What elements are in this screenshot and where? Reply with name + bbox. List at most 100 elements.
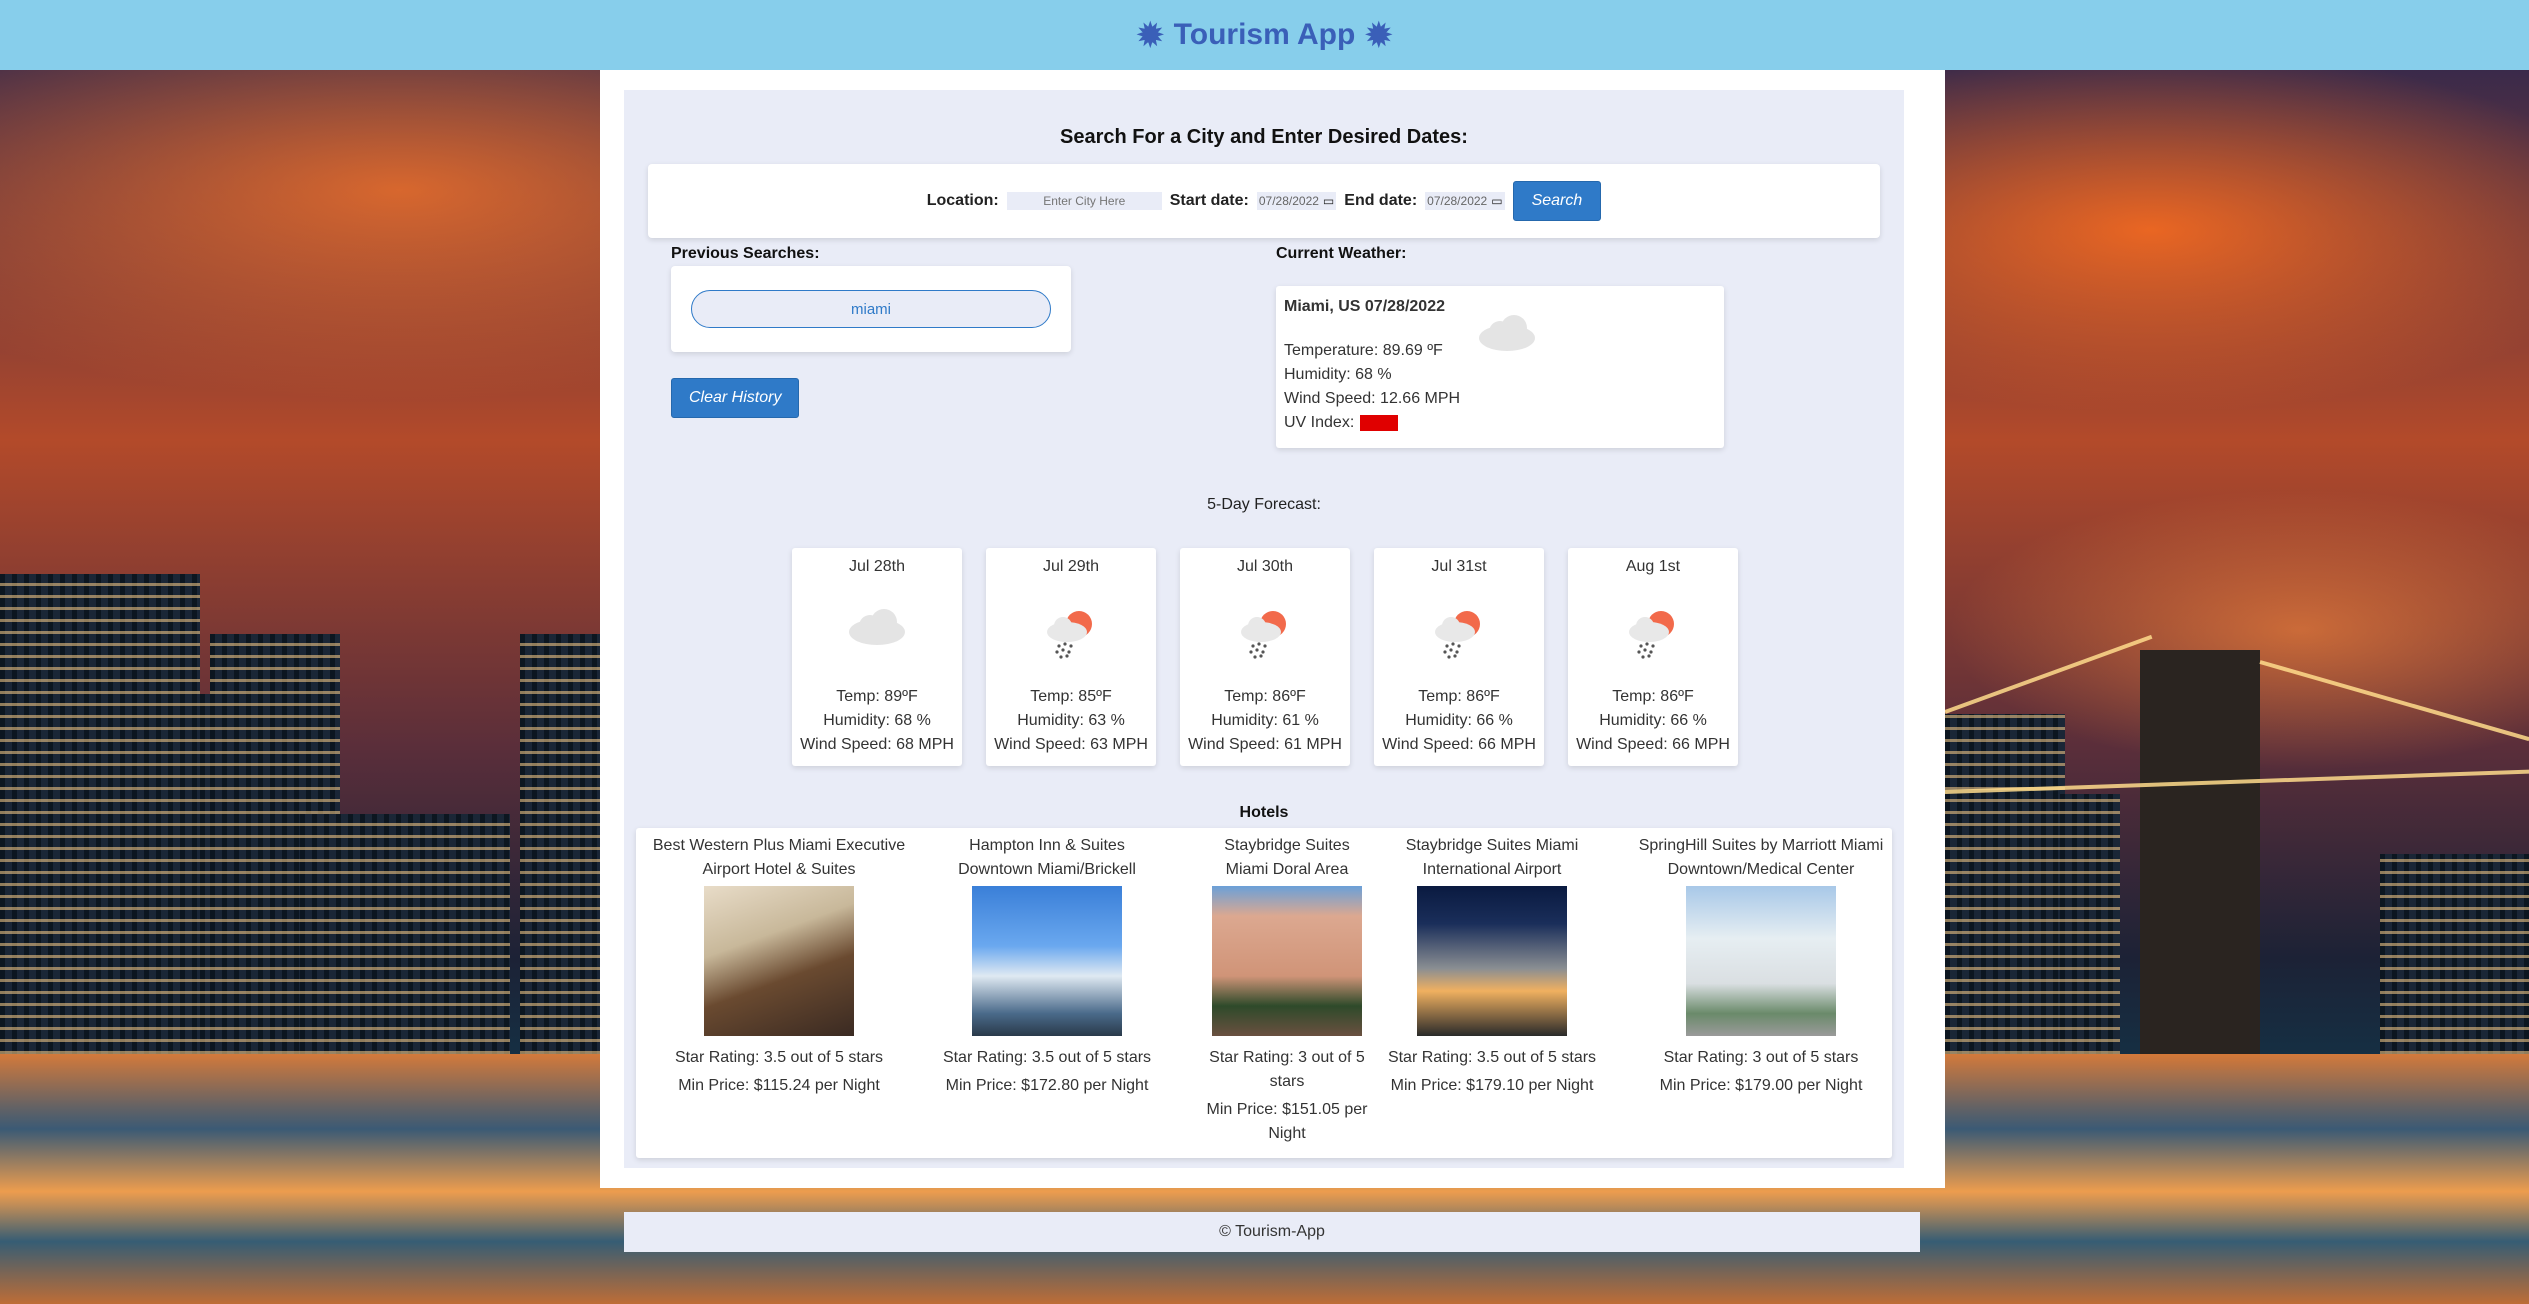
- hotel-name-line: Staybridge Suites: [1224, 837, 1350, 854]
- forecast-wind: Wind Speed: 63 MPH: [994, 736, 1148, 753]
- hotel-name-line: Airport Hotel & Suites: [702, 861, 856, 878]
- rain-sun-icon: [1237, 606, 1293, 667]
- rain-sun-icon: [1043, 606, 1099, 667]
- forecast-date: Jul 30th: [1236, 558, 1294, 575]
- forecast-humidity: Humidity: 61 %: [1211, 712, 1319, 729]
- weather-humidity: Humidity: 68 %: [1284, 366, 1392, 383]
- main-panel: Search For a City and Enter Desired Date…: [624, 90, 1904, 1168]
- hotel-price: Min Price: $172.80 per Night: [945, 1077, 1149, 1094]
- hotel-photo: [972, 886, 1122, 1036]
- forecast-wind: Wind Speed: 66 MPH: [1576, 736, 1730, 753]
- hotel-item: Staybridge Suites Miami Doral Area Star Ra…: [1197, 834, 1377, 1146]
- forecast-card: Aug 1st Temp: 86ºF Humidity: 66 % Wind Spee…: [1568, 548, 1738, 766]
- forecast-temp: Temp: 85ºF: [1030, 688, 1112, 705]
- forecast-date: Aug 1st: [1625, 558, 1681, 575]
- start-date-label: Start date:: [1169, 192, 1249, 209]
- forecast-humidity: Humidity: 66 %: [1405, 712, 1513, 729]
- hotel-name-line: Downtown Miami/Brickell: [958, 861, 1136, 878]
- uv-index-badge: [1360, 414, 1399, 431]
- app-title-group: ✹ Tourism App ✹: [1137, 16, 1392, 54]
- hotel-name-line: Staybridge Suites Miami: [1405, 837, 1579, 854]
- hotel-name-line: Hampton Inn & Suites: [969, 837, 1125, 854]
- forecast-temp: Temp: 86ºF: [1612, 688, 1694, 705]
- hotel-photo: [1212, 886, 1362, 1036]
- hotel-price-cont: Night: [1268, 1125, 1306, 1142]
- forecast-humidity: Humidity: 63 %: [1017, 712, 1125, 729]
- hotel-rating: Star Rating: 3.5 out of 5 stars: [674, 1049, 884, 1066]
- calendar-icon[interactable]: ▭: [1491, 194, 1502, 208]
- hotel-photo: [1686, 886, 1836, 1036]
- hotels-list: Best Western Plus Miami Executive Airport…: [636, 828, 1892, 1158]
- hotel-rating: Star Rating: 3 out of 5: [1209, 1049, 1365, 1066]
- hotel-price: Min Price: $151.05 per: [1206, 1101, 1368, 1118]
- hotel-price: Min Price: $115.24 per Night: [678, 1077, 880, 1094]
- hotel-rating: Star Rating: 3.5 out of 5 stars: [1387, 1049, 1597, 1066]
- main-container: Search For a City and Enter Desired Date…: [600, 70, 1945, 1188]
- hotel-name-line: International Airport: [1422, 861, 1562, 878]
- hotel-name-line: Best Western Plus Miami Executive: [652, 837, 906, 854]
- weather-wind: Wind Speed: 12.66 MPH: [1284, 390, 1461, 407]
- hotel-price: Min Price: $179.10 per Night: [1390, 1077, 1594, 1094]
- hotel-rating-cont: stars: [1269, 1073, 1305, 1090]
- app-title: Tourism App: [1173, 18, 1356, 51]
- end-date-label: End date:: [1344, 192, 1418, 209]
- location-label: Location:: [926, 192, 999, 209]
- gear-icon: ✹: [1365, 17, 1393, 53]
- forecast-date: Jul 31st: [1431, 558, 1487, 575]
- current-weather-card: Miami, US 07/28/2022 Temperature: 89.69 …: [1276, 286, 1724, 448]
- forecast-temp: Temp: 86ºF: [1224, 688, 1306, 705]
- hotels-label: Hotels: [1239, 804, 1289, 821]
- cloud-icon: [846, 606, 908, 653]
- previous-searches-list: miami: [671, 266, 1071, 352]
- forecast-date: Jul 28th: [848, 558, 906, 575]
- search-form: Location: Start date: 07/28/2022 ▭ End d…: [648, 164, 1880, 238]
- hotel-name-line: Downtown/Medical Center: [1667, 861, 1855, 878]
- calendar-icon[interactable]: ▭: [1323, 194, 1334, 208]
- hotel-rating: Star Rating: 3.5 out of 5 stars: [942, 1049, 1152, 1066]
- hotel-name-line: Miami Doral Area: [1225, 861, 1349, 878]
- hotel-photo: [704, 886, 854, 1036]
- search-button[interactable]: Search: [1512, 181, 1602, 221]
- hotel-item: Hampton Inn & Suites Downtown Miami/Brick…: [917, 834, 1177, 1098]
- weather-uv: UV Index:: [1284, 414, 1399, 432]
- end-date-value: 07/28/2022: [1427, 194, 1488, 208]
- forecast-wind: Wind Speed: 66 MPH: [1382, 736, 1536, 753]
- rain-sun-icon: [1625, 606, 1681, 667]
- uv-label: UV Index:: [1284, 414, 1355, 431]
- start-date-input[interactable]: 07/28/2022 ▭: [1256, 192, 1337, 210]
- hotel-name-line: SpringHill Suites by Marriott Miami: [1638, 837, 1884, 854]
- forecast-card: Jul 29th Temp: 85ºF Humidity: 63 % Wind Spe…: [986, 548, 1156, 766]
- end-date-input[interactable]: 07/28/2022 ▭: [1425, 192, 1505, 210]
- gear-icon: ✹: [1136, 17, 1164, 53]
- weather-temperature: Temperature: 89.69 ºF: [1284, 342, 1443, 359]
- forecast-humidity: Humidity: 66 %: [1599, 712, 1707, 729]
- forecast-temp: Temp: 86ºF: [1418, 688, 1500, 705]
- rain-sun-icon: [1431, 606, 1487, 667]
- forecast-humidity: Humidity: 68 %: [823, 712, 931, 729]
- hotel-item: Best Western Plus Miami Executive Airport…: [649, 834, 909, 1098]
- location-input[interactable]: [1006, 192, 1162, 210]
- cloud-icon: [1479, 315, 1535, 351]
- hotel-item: Staybridge Suites Miami International Air…: [1377, 834, 1607, 1098]
- previous-searches-label: Previous Searches:: [671, 245, 820, 262]
- current-weather-label: Current Weather:: [1276, 245, 1407, 262]
- weather-city-date: Miami, US 07/28/2022: [1284, 298, 1445, 315]
- forecast-temp: Temp: 89ºF: [836, 688, 918, 705]
- hotel-price: Min Price: $179.00 per Night: [1659, 1077, 1863, 1094]
- clear-history-button[interactable]: Clear History: [671, 378, 800, 418]
- forecast-card: Jul 28th Temp: 89ºF Humidity: 68 % Wind Spe…: [792, 548, 962, 766]
- history-item[interactable]: miami: [691, 290, 1051, 328]
- forecast-wind: Wind Speed: 61 MPH: [1188, 736, 1342, 753]
- hotel-rating: Star Rating: 3 out of 5 stars: [1663, 1049, 1859, 1066]
- forecast-label: 5-Day Forecast:: [1207, 496, 1321, 513]
- start-date-value: 07/28/2022: [1258, 194, 1319, 208]
- app-header: ✹ Tourism App ✹: [0, 0, 2529, 70]
- hotel-item: SpringHill Suites by Marriott Miami Downt…: [1616, 834, 1906, 1098]
- footer: © Tourism-App: [624, 1212, 1920, 1252]
- forecast-card: Jul 30th Temp: 86ºF Humidity: 61 % Wind Spe…: [1180, 548, 1350, 766]
- forecast-card: Jul 31st Temp: 86ºF Humidity: 66 % Wind Spe…: [1374, 548, 1544, 766]
- search-heading: Search For a City and Enter Desired Date…: [1060, 126, 1468, 148]
- hotel-photo: [1417, 886, 1567, 1036]
- forecast-wind: Wind Speed: 68 MPH: [800, 736, 954, 753]
- forecast-date: Jul 29th: [1042, 558, 1100, 575]
